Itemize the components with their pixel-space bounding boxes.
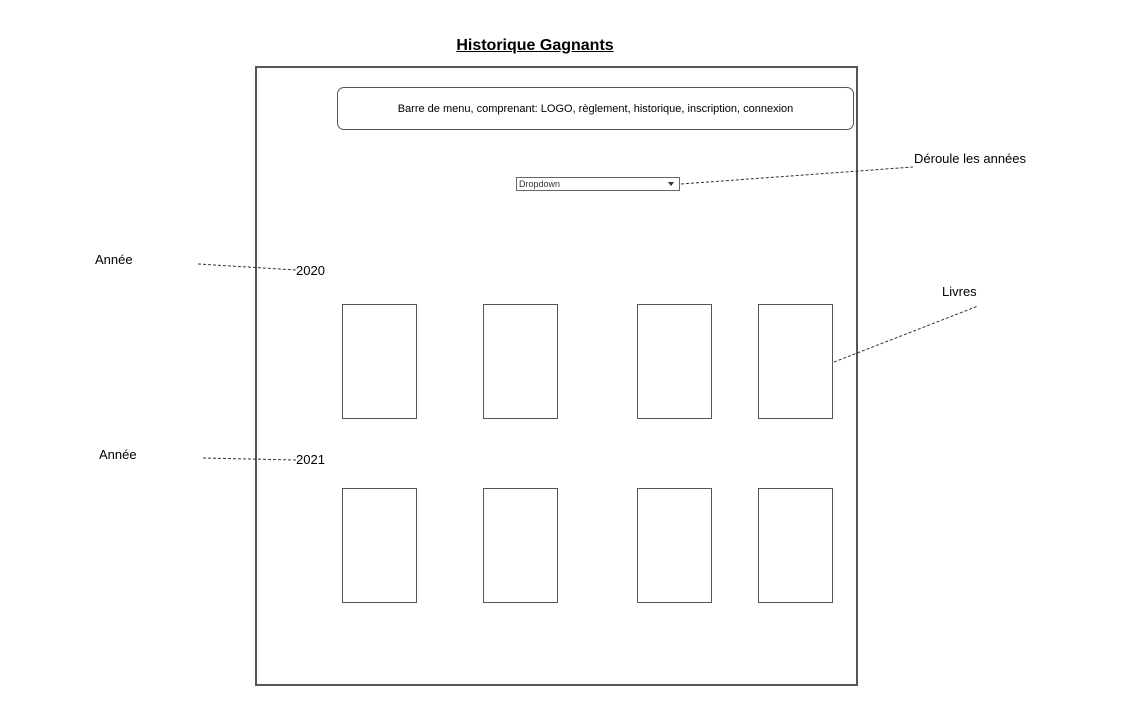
book-card[interactable] [637, 488, 712, 603]
year-label-2021: 2021 [296, 452, 325, 468]
book-card[interactable] [342, 488, 417, 603]
year-2020-connector [197, 263, 297, 271]
books-connector [833, 305, 979, 363]
book-card[interactable] [483, 304, 558, 419]
year-2021-connector [202, 457, 297, 461]
dropdown-annotation: Déroule les années [914, 151, 1027, 166]
book-card[interactable] [758, 304, 833, 419]
year-annotation-1: Année [95, 252, 133, 267]
book-card[interactable] [483, 488, 558, 603]
year-label-2020: 2020 [296, 263, 325, 279]
book-card[interactable] [637, 304, 712, 419]
book-card[interactable] [342, 304, 417, 419]
books-annotation: Livres [942, 284, 977, 299]
book-card[interactable] [758, 488, 833, 603]
annotation-connectors [197, 166, 979, 461]
year-annotation-2: Année [99, 447, 137, 462]
dropdown-connector [680, 166, 914, 185]
